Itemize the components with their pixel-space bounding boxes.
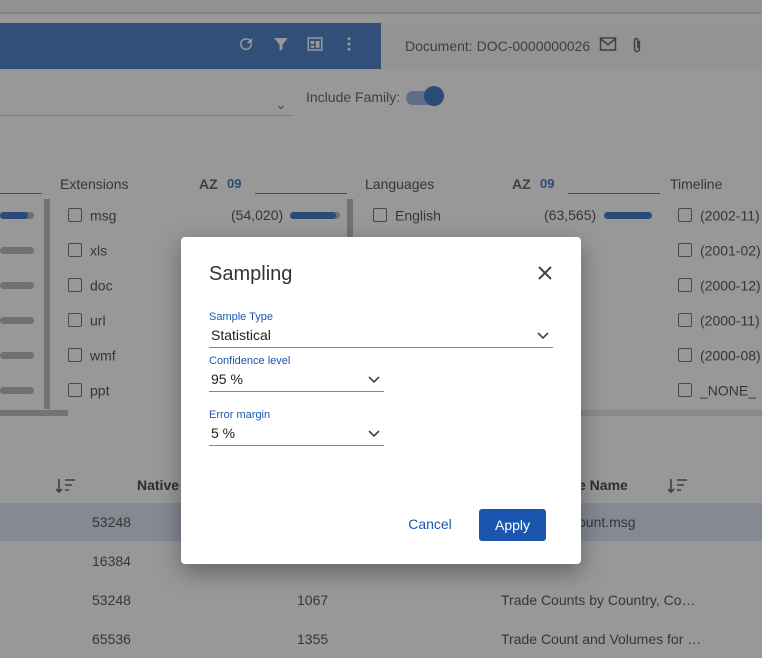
apply-button[interactable]: Apply: [479, 509, 546, 541]
sampling-dialog: Sampling Sample Type Statistical Confide…: [181, 237, 581, 564]
confidence-level-select[interactable]: 95 %: [211, 371, 243, 387]
error-margin-underline: [209, 445, 384, 446]
error-margin-label: Error margin: [209, 409, 271, 421]
close-icon[interactable]: [533, 261, 557, 285]
chevron-down-icon[interactable]: [537, 328, 549, 343]
error-margin-select[interactable]: 5 %: [211, 425, 235, 441]
confidence-level-underline: [209, 391, 384, 392]
chevron-down-icon[interactable]: [368, 372, 380, 387]
sample-type-label: Sample Type: [209, 311, 274, 323]
sample-type-select[interactable]: Statistical: [211, 327, 271, 343]
confidence-level-label: Confidence level: [209, 355, 291, 367]
chevron-down-icon[interactable]: [368, 426, 380, 441]
cancel-button[interactable]: Cancel: [399, 509, 461, 539]
sample-type-underline: [209, 347, 553, 348]
dialog-title: Sampling: [209, 263, 293, 285]
